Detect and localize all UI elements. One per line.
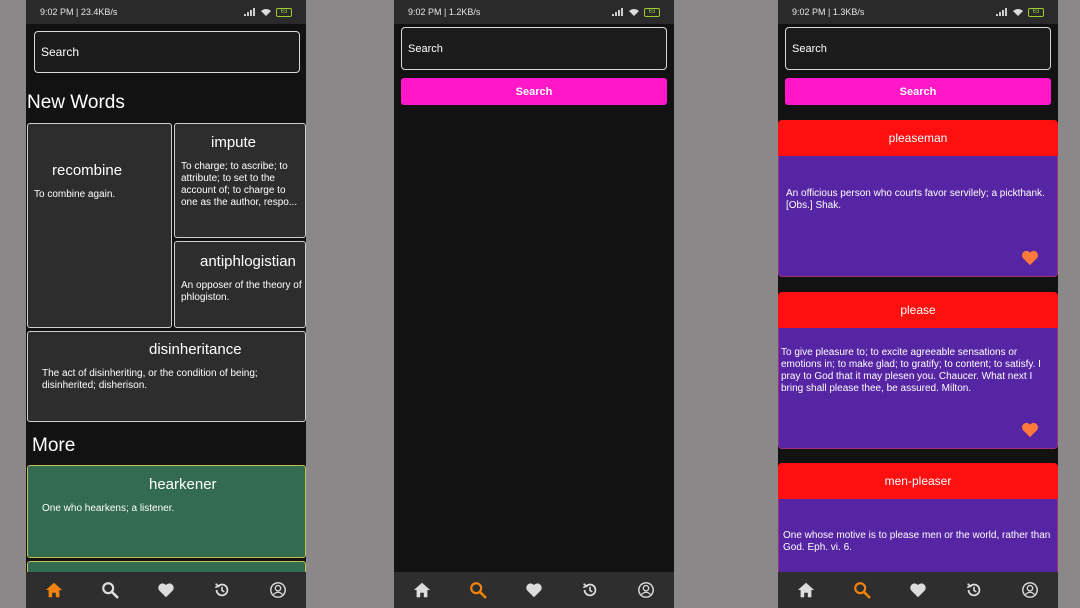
word-definition: To combine again. — [34, 189, 116, 200]
heart-icon — [158, 583, 174, 598]
home-icon — [797, 582, 815, 598]
nav-profile-button[interactable] — [1020, 580, 1040, 600]
wifi-icon — [261, 9, 271, 16]
nav-search-button[interactable] — [100, 580, 120, 600]
search-icon — [102, 582, 119, 599]
heart-icon — [910, 583, 926, 598]
result-body: An officious person who courts favor ser… — [778, 156, 1058, 277]
status-bar: 9:02 PM | 1.3KB/s 63 — [778, 0, 1058, 24]
battery-icon: 63 — [276, 7, 292, 17]
signal-icon — [612, 8, 623, 16]
status-time: 9:02 PM | 1.2KB/s — [408, 7, 481, 17]
nav-history-button[interactable] — [580, 580, 600, 600]
nav-history-button[interactable] — [212, 580, 232, 600]
result-definition: An officious person who courts favor ser… — [786, 188, 1045, 211]
word-definition: To charge; to ascribe; to attribute; to … — [181, 161, 298, 208]
profile-icon — [270, 582, 286, 598]
battery-icon: 63 — [1028, 7, 1044, 17]
result-word: pleaseman — [778, 120, 1058, 156]
history-icon — [967, 583, 981, 597]
status-time: 9:02 PM | 23.4KB/s — [40, 7, 118, 17]
section-title-more: More — [32, 435, 76, 456]
search-input[interactable]: Search — [785, 27, 1051, 70]
word-card[interactable]: recombine To combine again. — [27, 123, 172, 328]
word-card[interactable]: hearkener One who hearkens; a listener. — [27, 465, 306, 558]
bottom-nav — [394, 572, 674, 608]
result-definition: One whose motive is to please men or the… — [783, 530, 1051, 553]
nav-favorites-button[interactable] — [908, 580, 928, 600]
word-title: hearkener — [149, 476, 217, 493]
word-card[interactable]: disinheritance The act of disinheriting,… — [27, 331, 306, 422]
word-card[interactable]: antiphlogistian An opposer of the theory… — [174, 241, 306, 328]
home-icon — [413, 582, 431, 598]
result-word: please — [778, 292, 1058, 328]
result-body: To give pleasure to; to excite agreeable… — [778, 328, 1058, 449]
search-button[interactable]: Search — [785, 78, 1051, 105]
search-placeholder: Search — [408, 42, 443, 55]
home-icon — [45, 582, 63, 598]
search-placeholder: Search — [792, 42, 827, 55]
search-screen-results: 9:02 PM | 1.3KB/s 63 Search Search pleas… — [778, 0, 1058, 608]
bottom-nav — [778, 572, 1058, 608]
nav-profile-button[interactable] — [268, 580, 288, 600]
word-definition: The act of disinheriting, or the conditi… — [42, 368, 258, 391]
wifi-icon — [629, 9, 639, 16]
word-title: impute — [211, 134, 257, 151]
profile-icon — [1022, 582, 1038, 598]
nav-favorites-button[interactable] — [156, 580, 176, 600]
result-definition: To give pleasure to; to excite agreeable… — [781, 347, 1041, 394]
profile-icon — [638, 582, 654, 598]
signal-icon — [244, 8, 255, 16]
word-title: antiphlogistian — [200, 253, 296, 270]
word-title: recombine — [52, 162, 123, 179]
search-input[interactable]: Search — [401, 27, 667, 70]
status-time: 9:02 PM | 1.3KB/s — [792, 7, 865, 17]
favorite-heart-icon[interactable] — [1021, 422, 1039, 438]
search-placeholder: Search — [41, 45, 80, 59]
search-screen-empty: 9:02 PM | 1.2KB/s 63 Search Search — [394, 0, 674, 608]
section-title-new-words: New Words — [27, 92, 125, 113]
nav-home-button[interactable] — [796, 580, 816, 600]
result-word: men-pleaser — [778, 463, 1058, 499]
status-bar: 9:02 PM | 23.4KB/s 63 — [26, 0, 306, 24]
nav-profile-button[interactable] — [636, 580, 656, 600]
word-definition: An opposer of the theory of phlogiston. — [181, 280, 302, 303]
signal-icon — [996, 8, 1007, 16]
history-icon — [215, 583, 229, 597]
result-card[interactable]: please To give pleasure to; to excite ag… — [778, 292, 1058, 449]
history-icon — [583, 583, 597, 597]
nav-search-button[interactable] — [468, 580, 488, 600]
nav-history-button[interactable] — [964, 580, 984, 600]
search-icon — [854, 582, 871, 599]
battery-icon: 63 — [644, 7, 660, 17]
bottom-nav — [26, 572, 306, 608]
search-input[interactable]: Search — [34, 31, 300, 73]
home-screen: 9:02 PM | 23.4KB/s 63 Search New Words r… — [26, 0, 306, 608]
favorite-heart-icon[interactable] — [1021, 250, 1039, 266]
word-title: disinheritance — [149, 341, 242, 358]
status-bar: 9:02 PM | 1.2KB/s 63 — [394, 0, 674, 24]
word-definition: One who hearkens; a listener. — [42, 503, 175, 514]
result-card[interactable]: pleaseman An officious person who courts… — [778, 120, 1058, 277]
nav-home-button[interactable] — [44, 580, 64, 600]
heart-icon — [526, 583, 542, 598]
nav-favorites-button[interactable] — [524, 580, 544, 600]
wifi-icon — [1013, 9, 1023, 16]
nav-home-button[interactable] — [412, 580, 432, 600]
word-card[interactable]: impute To charge; to ascribe; to attribu… — [174, 123, 306, 238]
nav-search-button[interactable] — [852, 580, 872, 600]
search-icon — [470, 582, 487, 599]
search-button[interactable]: Search — [401, 78, 667, 105]
